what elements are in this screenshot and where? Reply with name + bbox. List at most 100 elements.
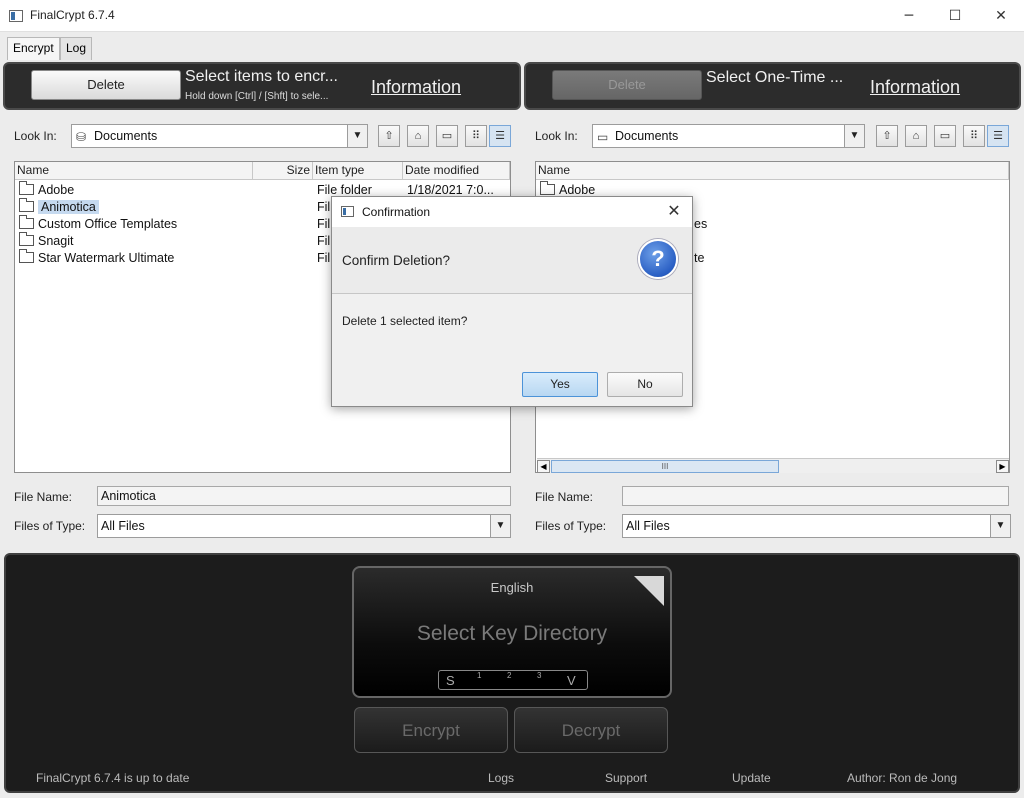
folder-icon bbox=[19, 181, 34, 195]
maximize-button[interactable]: ☐ bbox=[932, 0, 978, 32]
right-delete-button[interactable]: Delete bbox=[552, 70, 702, 100]
list-item[interactable]: te bbox=[694, 250, 704, 267]
right-files-of-type-label: Files of Type: bbox=[535, 519, 607, 533]
left-panel-hint: Hold down [Ctrl] / [Shft] to sele... bbox=[185, 91, 329, 102]
close-button[interactable]: ✕ bbox=[978, 0, 1024, 32]
support-link[interactable]: Support bbox=[605, 771, 647, 785]
item-type: Fil bbox=[317, 234, 331, 248]
folder-icon bbox=[540, 181, 555, 195]
column-header-type[interactable]: Item type bbox=[313, 162, 403, 180]
up-folder-icon[interactable]: ⇧ bbox=[876, 125, 898, 147]
item-type: Fil bbox=[317, 251, 331, 265]
list-view-icon[interactable]: ⠿ bbox=[963, 125, 985, 147]
dialog-app-icon bbox=[341, 206, 354, 217]
right-file-name-label: File Name: bbox=[535, 490, 594, 504]
right-look-in-combo[interactable]: ▭ Documents ▼ bbox=[592, 124, 865, 148]
column-header-size[interactable]: Size bbox=[253, 162, 313, 180]
horizontal-scrollbar[interactable]: ◀ III ▶ bbox=[537, 458, 1009, 473]
right-look-in-value: Documents bbox=[615, 129, 679, 143]
list-item[interactable]: Star Watermark Ultimate bbox=[19, 249, 174, 267]
logs-link[interactable]: Logs bbox=[488, 771, 514, 785]
left-toolbar: Delete Select items to encr... Hold down… bbox=[3, 62, 521, 110]
window-title: FinalCrypt 6.7.4 bbox=[30, 8, 115, 22]
left-delete-button[interactable]: Delete bbox=[31, 70, 181, 100]
dialog-title: Confirmation bbox=[362, 205, 431, 219]
list-item[interactable]: Custom Office Templates bbox=[19, 215, 177, 233]
left-look-in-value: Documents bbox=[94, 129, 158, 143]
left-files-of-type-label: Files of Type: bbox=[14, 519, 86, 533]
chevron-down-icon[interactable]: ▼ bbox=[347, 125, 367, 147]
left-information-link[interactable]: Information bbox=[371, 77, 461, 98]
scroll-right-icon[interactable]: ▶ bbox=[996, 460, 1009, 473]
dialog-titlebar: Confirmation ✕ bbox=[332, 197, 692, 227]
column-header-date[interactable]: Date modified bbox=[403, 162, 510, 180]
no-button[interactable]: No bbox=[607, 372, 683, 397]
scroll-thumb[interactable]: III bbox=[551, 460, 779, 473]
left-files-of-type-combo[interactable]: All Files ▼ bbox=[97, 514, 511, 538]
column-header-name[interactable]: Name bbox=[15, 162, 253, 180]
home-icon[interactable]: ⌂ bbox=[407, 125, 429, 147]
scroll-left-icon[interactable]: ◀ bbox=[537, 460, 550, 473]
author-text: Author: Ron de Jong bbox=[847, 771, 958, 785]
right-files-of-type-value: All Files bbox=[626, 519, 670, 533]
new-folder-icon[interactable]: ▭ bbox=[934, 125, 956, 147]
list-item[interactable]: Adobe bbox=[19, 181, 74, 199]
list-item[interactable]: Snagit bbox=[19, 232, 73, 250]
status-text: FinalCrypt 6.7.4 is up to date bbox=[36, 771, 190, 785]
folder-icon bbox=[19, 249, 34, 263]
key-directory-panel[interactable]: English Select Key Directory S 1 2 3 V bbox=[352, 566, 672, 698]
new-folder-icon[interactable]: ▭ bbox=[436, 125, 458, 147]
left-panel-title: Select items to encr... bbox=[185, 68, 338, 85]
confirmation-dialog: Confirmation ✕ Confirm Deletion? ? Delet… bbox=[331, 196, 693, 407]
chevron-down-icon[interactable]: ▼ bbox=[490, 515, 510, 537]
up-folder-icon[interactable]: ⇧ bbox=[378, 125, 400, 147]
drive-icon: ⛁ bbox=[76, 130, 87, 144]
details-view-icon[interactable]: ☰ bbox=[489, 125, 511, 147]
slider-mark: 1 bbox=[477, 671, 482, 680]
chevron-down-icon[interactable]: ▼ bbox=[844, 125, 864, 147]
update-link[interactable]: Update bbox=[732, 771, 771, 785]
slider-right-label: V bbox=[567, 673, 576, 688]
left-look-in-label: Look In: bbox=[14, 129, 57, 143]
left-files-of-type-value: All Files bbox=[101, 519, 145, 533]
slider-mark: 3 bbox=[537, 671, 542, 680]
tab-bar: Encrypt Log bbox=[0, 32, 1024, 60]
slider-mark: 2 bbox=[507, 671, 512, 680]
right-file-name-field[interactable] bbox=[622, 486, 1009, 506]
tab-encrypt[interactable]: Encrypt bbox=[7, 37, 60, 60]
dialog-message: Delete 1 selected item? bbox=[342, 314, 468, 328]
language-label[interactable]: English bbox=[354, 580, 670, 595]
details-view-icon[interactable]: ☰ bbox=[987, 125, 1009, 147]
folder-icon bbox=[19, 232, 34, 246]
left-file-name-label: File Name: bbox=[14, 490, 73, 504]
close-icon[interactable]: ✕ bbox=[662, 200, 686, 222]
dialog-header: Confirm Deletion? ? bbox=[332, 227, 692, 294]
list-view-icon[interactable]: ⠿ bbox=[465, 125, 487, 147]
home-icon[interactable]: ⌂ bbox=[905, 125, 927, 147]
decrypt-button[interactable]: Decrypt bbox=[514, 707, 668, 753]
item-type: Fil bbox=[317, 200, 331, 214]
encrypt-button[interactable]: Encrypt bbox=[354, 707, 508, 753]
list-item[interactable]: es bbox=[694, 216, 707, 233]
corner-fold-icon[interactable] bbox=[634, 576, 664, 606]
folder-icon bbox=[19, 215, 34, 229]
right-information-link[interactable]: Information bbox=[870, 77, 960, 98]
key-slider[interactable]: S 1 2 3 V bbox=[438, 670, 588, 690]
right-toolbar: Delete Select One-Time ... Information bbox=[524, 62, 1021, 110]
folder-icon: ▭ bbox=[597, 130, 609, 144]
left-file-name-field[interactable]: Animotica bbox=[97, 486, 511, 506]
right-files-of-type-combo[interactable]: All Files ▼ bbox=[622, 514, 1011, 538]
yes-button[interactable]: Yes bbox=[522, 372, 598, 397]
question-icon: ? bbox=[638, 239, 678, 279]
tab-log[interactable]: Log bbox=[60, 37, 93, 60]
folder-icon bbox=[19, 198, 34, 212]
window-titlebar: FinalCrypt 6.7.4 ─ ☐ ✕ bbox=[0, 0, 1024, 32]
column-header-name[interactable]: Name bbox=[536, 162, 1009, 180]
key-directory-title: Select Key Directory bbox=[416, 622, 608, 645]
list-item[interactable]: Animotica bbox=[19, 198, 99, 216]
minimize-button[interactable]: ─ bbox=[886, 0, 932, 32]
item-type: Fil bbox=[317, 217, 331, 231]
left-look-in-combo[interactable]: ⛁ Documents ▼ bbox=[71, 124, 368, 148]
chevron-down-icon[interactable]: ▼ bbox=[990, 515, 1010, 537]
app-icon bbox=[9, 10, 23, 22]
